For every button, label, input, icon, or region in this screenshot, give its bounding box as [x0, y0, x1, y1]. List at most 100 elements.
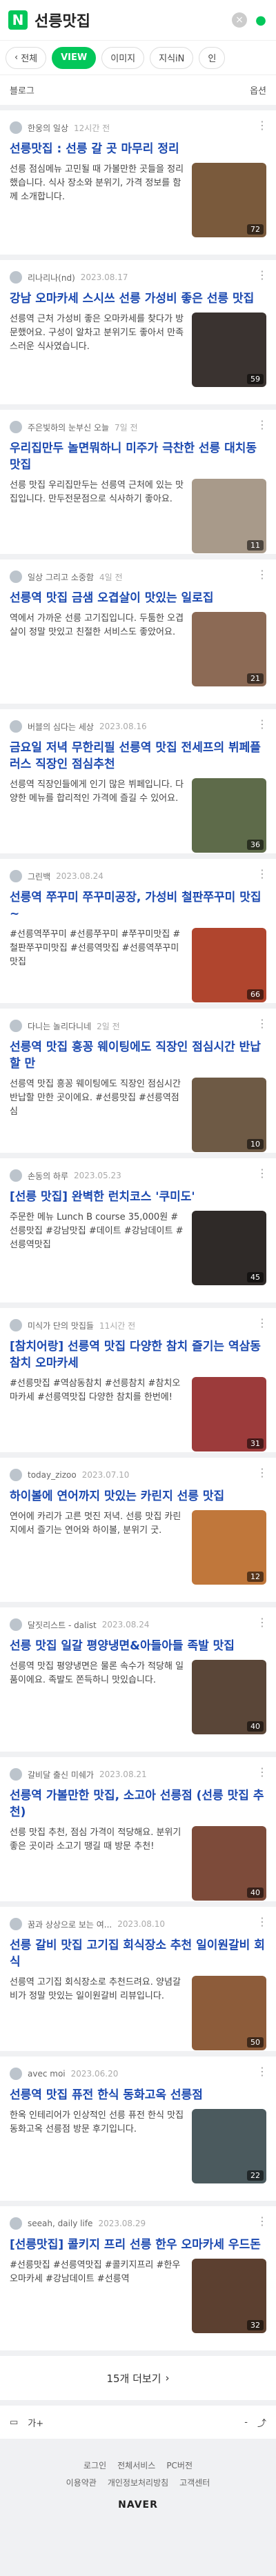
result-title[interactable]: 선릉역 가볼만한 맛집, 소고아 선릉점 (선릉 맛집 추천) — [10, 1787, 266, 1821]
print-icon[interactable]: ▭ — [10, 2417, 18, 2428]
avatar[interactable] — [10, 2217, 22, 2230]
result-title[interactable]: 선릉역 맛집 금샘 오겹살이 맛있는 일로집 — [10, 590, 266, 606]
author-name[interactable]: 한웅의 일상 — [28, 122, 68, 134]
author-name[interactable]: avec moi — [28, 2069, 66, 2079]
zoom-out-button[interactable]: - — [244, 2417, 248, 2428]
result-thumbnail[interactable]: 10 — [192, 1078, 266, 1152]
result-title[interactable]: 선릉 갈비 맛집 고기집 회식장소 추천 일이원갈비 회식 — [10, 1937, 266, 1970]
footer-privacy[interactable]: 개인정보처리방침 — [108, 2477, 168, 2488]
naver-logo[interactable]: N — [8, 10, 28, 30]
options-button[interactable]: 옵션 — [250, 83, 266, 97]
tab-kin[interactable]: 지식iN — [150, 46, 194, 69]
author-name[interactable]: 리나리나(nd) — [28, 272, 75, 284]
result-title[interactable]: 선릉역 쭈꾸미 쭈꾸미공장, 가성비 철판쭈꾸미 맛집~ — [10, 889, 266, 922]
avatar[interactable] — [10, 720, 22, 733]
result-thumbnail[interactable]: 45 — [192, 1211, 266, 1285]
result-card[interactable]: avec moi 2023.06.20 ⋮ 선릉역 맛집 퓨전 한식 동화고옥 … — [0, 2057, 276, 2201]
more-options-icon[interactable]: ⋮ — [257, 1616, 268, 1629]
more-options-icon[interactable]: ⋮ — [257, 1765, 268, 1779]
result-card[interactable]: seeah, daily life 2023.08.29 ⋮ [선릉맛집] 콜키… — [0, 2206, 276, 2350]
author-name[interactable]: 일상 그리고 소중함 — [28, 571, 94, 583]
result-title[interactable]: 선릉역 맛집 퓨전 한식 동화고옥 선릉점 — [10, 2087, 266, 2103]
footer-pc[interactable]: PC버전 — [166, 2459, 193, 2471]
result-title[interactable]: 선릉역 맛집 흥꽁 웨이팅에도 직장인 점심시간 반납할 만 — [10, 1039, 266, 1072]
result-thumbnail[interactable]: 50 — [192, 1976, 266, 2050]
avatar[interactable] — [10, 2068, 22, 2080]
author-name[interactable]: 버블의 심다는 세상 — [28, 721, 94, 733]
author-name[interactable]: 달짓리스트 - dalist — [28, 1619, 97, 1631]
author-name[interactable]: 주은빛하의 눈부신 오늘 — [28, 422, 109, 433]
result-card[interactable]: 다니는 놀리다니네 2일 전 ⋮ 선릉역 맛집 흥꽁 웨이팅에도 직장인 점심시… — [0, 1009, 276, 1153]
tab-all[interactable]: ‹ 전체 — [6, 46, 47, 69]
avatar[interactable] — [10, 571, 22, 583]
author-name[interactable]: 꿈과 상상으로 보는 여... — [28, 1919, 112, 1930]
result-title[interactable]: [선릉맛집] 콜키지 프리 선릉 한우 오마카세 우드돈 — [10, 2237, 266, 2253]
result-thumbnail[interactable]: 11 — [192, 479, 266, 553]
avatar[interactable] — [10, 1918, 22, 1930]
result-thumbnail[interactable]: 40 — [192, 1826, 266, 1901]
result-card[interactable]: 갈비달 출신 미쉐가 2023.08.21 ⋮ 선릉역 가볼만한 맛집, 소고아… — [0, 1757, 276, 1901]
search-query[interactable]: 선릉맛집 — [34, 9, 225, 31]
mic-icon[interactable]: ● — [254, 12, 268, 28]
avatar[interactable] — [10, 1169, 22, 1182]
more-options-icon[interactable]: ⋮ — [257, 1915, 268, 1928]
result-card[interactable]: 버블의 심다는 세상 2023.08.16 ⋮ 금요일 저녁 무한리필 선릉역 … — [0, 709, 276, 853]
result-thumbnail[interactable]: 21 — [192, 612, 266, 686]
result-card[interactable]: 손동의 하루 2023.05.23 ⋮ [선릉 맛집] 완벽한 런치코스 '쿠미… — [0, 1158, 276, 1302]
clear-icon[interactable]: × — [232, 12, 247, 28]
result-card[interactable]: 한웅의 일상 12시간 전 ⋮ 선릉맛집 : 선릉 갈 곳 마무리 정리 선릉 … — [0, 110, 276, 255]
author-name[interactable]: today_zizoo — [28, 1470, 77, 1480]
result-title[interactable]: 선릉맛집 : 선릉 갈 곳 마무리 정리 — [10, 141, 266, 157]
result-thumbnail[interactable]: 59 — [192, 313, 266, 387]
result-title[interactable]: 선릉 맛집 일갈 평양냉면&아들아들 족발 맛집 — [10, 1638, 266, 1654]
result-thumbnail[interactable]: 72 — [192, 163, 266, 237]
author-name[interactable]: seeah, daily life — [28, 2219, 92, 2228]
avatar[interactable] — [10, 870, 22, 882]
author-name[interactable]: 미식가 단의 맛집들 — [28, 1320, 94, 1331]
result-card[interactable]: 미식가 단의 맛집들 11시간 전 ⋮ [참치어랑] 선릉역 맛집 다양한 참치… — [0, 1308, 276, 1452]
author-name[interactable]: 손동의 하루 — [28, 1170, 68, 1182]
sort-dropdown[interactable]: 블로그 — [10, 83, 34, 97]
avatar[interactable] — [10, 121, 22, 134]
result-thumbnail[interactable]: 22 — [192, 2109, 266, 2183]
avatar[interactable] — [10, 1319, 22, 1331]
tab-more[interactable]: 인 — [199, 46, 226, 69]
more-options-icon[interactable]: ⋮ — [257, 2215, 268, 2228]
result-thumbnail[interactable]: 40 — [192, 1660, 266, 1734]
result-card[interactable]: 일상 그리고 소중함 4일 전 ⋮ 선릉역 맛집 금샘 오겹살이 맛있는 일로집… — [0, 559, 276, 704]
tab-image[interactable]: 이미지 — [101, 46, 145, 69]
avatar[interactable] — [10, 1020, 22, 1032]
more-options-icon[interactable]: ⋮ — [257, 268, 268, 281]
result-card[interactable]: 리나리나(nd) 2023.08.17 ⋮ 강남 오마카세 스시쓰 선릉 가성비… — [0, 260, 276, 404]
result-thumbnail[interactable]: 36 — [192, 778, 266, 853]
font-size-button[interactable]: 가+ — [28, 2416, 43, 2429]
result-card[interactable]: 그린백 2023.08.24 ⋮ 선릉역 쭈꾸미 쭈꾸미공장, 가성비 철판쭈꾸… — [0, 859, 276, 1003]
footer-services[interactable]: 전체서비스 — [117, 2459, 155, 2471]
more-options-icon[interactable]: ⋮ — [257, 2065, 268, 2078]
more-options-icon[interactable]: ⋮ — [257, 418, 268, 431]
avatar[interactable] — [10, 1618, 22, 1631]
result-card[interactable]: 꿈과 상상으로 보는 여... 2023.08.10 ⋮ 선릉 갈비 맛집 고기… — [0, 1907, 276, 2051]
more-options-icon[interactable]: ⋮ — [257, 1466, 268, 1479]
avatar[interactable] — [10, 1768, 22, 1781]
author-name[interactable]: 갈비달 출신 미쉐가 — [28, 1769, 94, 1781]
result-title[interactable]: 하이볼에 연어까지 맛있는 카린지 선릉 맛집 — [10, 1488, 266, 1505]
result-title[interactable]: 강남 오마카세 스시쓰 선릉 가성비 좋은 선릉 맛집 — [10, 290, 266, 307]
more-options-icon[interactable]: ⋮ — [257, 1316, 268, 1329]
avatar[interactable] — [10, 271, 22, 284]
footer-help[interactable]: 고객센터 — [179, 2477, 210, 2488]
result-card[interactable]: 주은빛하의 눈부신 오늘 7일 전 ⋮ 우리집만두 놀면뭐하니 미주가 극찬한 … — [0, 410, 276, 554]
result-thumbnail[interactable]: 66 — [192, 928, 266, 1002]
result-thumbnail[interactable]: 12 — [192, 1510, 266, 1585]
more-options-icon[interactable]: ⋮ — [257, 717, 268, 731]
avatar[interactable] — [10, 421, 22, 433]
more-results-button[interactable]: 15개 더보기 › — [0, 2356, 276, 2400]
more-options-icon[interactable]: ⋮ — [257, 867, 268, 880]
result-card[interactable]: today_zizoo 2023.07.10 ⋮ 하이볼에 연어까지 맛있는 카… — [0, 1458, 276, 1602]
result-title[interactable]: [선릉 맛집] 완벽한 런치코스 '쿠미도' — [10, 1189, 266, 1205]
result-thumbnail[interactable]: 32 — [192, 2259, 266, 2333]
share-icon[interactable]: ⤴ — [257, 2416, 266, 2429]
more-options-icon[interactable]: ⋮ — [257, 568, 268, 581]
result-thumbnail[interactable]: 31 — [192, 1377, 266, 1452]
more-options-icon[interactable]: ⋮ — [257, 1167, 268, 1180]
